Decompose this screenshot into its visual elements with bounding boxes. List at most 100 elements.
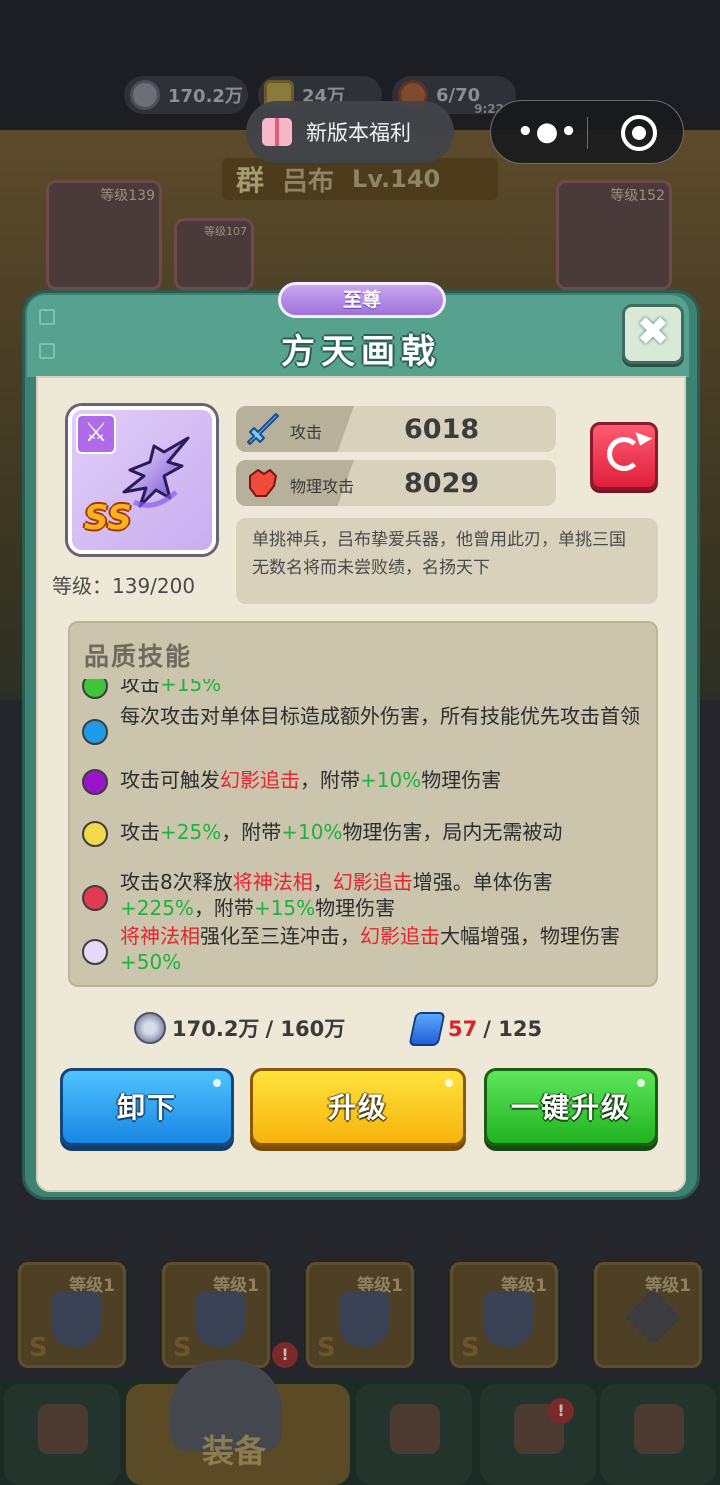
stat-name: 物理攻击 [290, 477, 355, 496]
hero-faction: 群 [236, 164, 265, 197]
silver-cost: 170.2万 / 160万 [134, 1012, 345, 1044]
nav-upgrade[interactable] [600, 1384, 716, 1485]
skill-text-part: 攻击 [120, 679, 160, 696]
one-click-upgrade-button[interactable]: 一键升级 [484, 1068, 658, 1146]
stat-name: 攻击 [290, 423, 323, 442]
close-x-icon: ✖ [636, 309, 670, 355]
skill-text-part: 攻击可触发 [120, 768, 220, 792]
inventory-card[interactable]: 等级1 S [18, 1262, 126, 1368]
inventory-card[interactable]: 等级1 S [162, 1262, 270, 1368]
skill-text: 攻击+15% [120, 679, 640, 697]
skill-quality-dot-icon [82, 719, 108, 745]
gift-icon [262, 118, 292, 146]
stone-have: 57 [448, 1017, 478, 1041]
gloss-highlight [637, 1079, 645, 1087]
nav-battle[interactable] [356, 1384, 472, 1485]
sword-icon [247, 413, 279, 445]
skill-text-part: 大幅增强，物理伤害 [440, 924, 620, 948]
item-icon: ⚔ SS [68, 406, 216, 554]
skills-title: 品质技能 [84, 642, 193, 671]
skill-text-part: 每次攻击对单体目标造成额外伤害，所有技能优先攻击首领 [120, 704, 640, 728]
one-click-upgrade-label: 一键升级 [510, 1091, 631, 1124]
gloss-highlight [213, 1079, 221, 1087]
shop-gate-icon [38, 1404, 88, 1454]
slot-level: 等级152 [610, 188, 665, 204]
skill-text-part: 物理伤害，局内无需被动 [342, 820, 563, 844]
nav-pets[interactable] [480, 1384, 596, 1485]
equip-slot-weapon[interactable]: 等级139 [46, 180, 162, 290]
fist-icon [249, 469, 277, 497]
equip-slot-armor[interactable]: 等级152 [556, 180, 672, 290]
inventory-card[interactable]: 等级1 [594, 1262, 702, 1368]
inventory-card[interactable]: 等级1 S [450, 1262, 558, 1368]
skill-text-part: ，附带 [193, 896, 254, 920]
stat-row-attack: 攻击 6018 [236, 406, 556, 452]
skill-quality-dot-icon [82, 769, 108, 795]
skill-text-part: ，附带 [300, 768, 360, 792]
item-name: 方天画戟 [281, 332, 441, 372]
shuriken-icon [624, 1288, 682, 1346]
skill-bonus-value: +10% [360, 768, 422, 792]
new-version-welfare-label: 新版本福利 [306, 121, 411, 145]
skill-keyword: 幻影追击 [220, 768, 300, 792]
slot-level: 等级107 [204, 225, 247, 238]
card-grade: S [29, 1333, 48, 1363]
stone-cost: 57 / 125 [408, 1012, 543, 1046]
close-button[interactable]: ✖ [622, 304, 684, 364]
card-grade: S [461, 1333, 480, 1363]
silver-resource: 170.2万 [124, 76, 248, 114]
skill-quality-dot-icon [82, 821, 108, 847]
hero-name: 吕布 [282, 166, 335, 197]
stat-value: 8029 [404, 468, 480, 499]
silver-need: / 160万 [265, 1017, 346, 1041]
skill-text: 每次攻击对单体目标造成额外伤害，所有技能优先攻击首领 [120, 703, 640, 729]
target-circle-icon[interactable] [621, 115, 657, 151]
capsule-divider [587, 117, 588, 149]
skill-bonus-value: +25% [160, 820, 222, 844]
notification-badge: ! [272, 1342, 298, 1368]
skill-bonus-value: +15% [253, 896, 316, 920]
crossed-swords-icon [390, 1404, 440, 1454]
upgrade-stone-icon [408, 1012, 446, 1046]
inventory-card[interactable]: 等级1 S [306, 1262, 414, 1368]
quality-skills-panel[interactable]: 品质技能 攻击+15% 每次攻击对单体目标造成额外伤害，所有技能优先攻击首领 攻击可… [68, 621, 658, 987]
skill-quality-dot-icon [82, 885, 108, 911]
stone-need: / 125 [483, 1017, 543, 1041]
silver-have: 170.2万 [172, 1017, 260, 1041]
skill-bonus-value: +10% [281, 820, 343, 844]
skill-text: 攻击+25%，附带+10%物理伤害，局内无需被动 [120, 819, 640, 845]
equipment-detail-dialog: 至尊 方天画戟 ✖ ⚔ SS 等级：139/200 攻击 6018 物理攻击 8… [22, 282, 700, 1200]
equip-slot-secondary[interactable]: 等级107 [174, 218, 254, 290]
armor-icon [483, 1291, 533, 1347]
skill-bonus-value: +50% [120, 950, 182, 974]
slot-level: 等级139 [100, 188, 155, 204]
item-description: 单挑神兵，吕布挚爱兵器，他曾用此刃，单挑三国无数名将而未尝败绩，名扬天下 [236, 518, 658, 604]
skill-keyword: 幻影追击 [360, 924, 440, 948]
card-grade: S [317, 1333, 336, 1363]
silver-coin-icon [130, 80, 160, 110]
miniprogram-menu-capsule: •●• [490, 100, 684, 164]
upgrade-button[interactable]: 升级 [250, 1068, 466, 1146]
notification-badge: ! [548, 1398, 574, 1424]
hero-title-bar: 群 吕布 Lv.140 [222, 158, 498, 200]
helmet-icon [51, 1291, 101, 1347]
item-grade: SS [84, 498, 132, 538]
upgrade-fist-icon [634, 1404, 684, 1454]
skill-keyword: 将神法相 [232, 870, 313, 894]
unequip-button[interactable]: 卸下 [60, 1068, 234, 1146]
skill-text-part: ， [312, 870, 333, 894]
nav-equipment-label: 装备 [202, 1432, 267, 1470]
skill-quality-dot-icon [82, 679, 108, 699]
card-grade: S [173, 1333, 192, 1363]
new-version-welfare-button[interactable]: 新版本福利 [246, 101, 454, 163]
hero-level: Lv.140 [352, 165, 441, 193]
skill-text: 攻击可触发幻影追击，附带+10%物理伤害 [120, 767, 640, 793]
recycle-button[interactable] [590, 422, 658, 490]
unequip-label: 卸下 [116, 1091, 177, 1124]
skill-text-part: 物理伤害 [421, 768, 502, 792]
skill-text-part: 增强。单体伤害 [412, 870, 553, 894]
skills-list[interactable]: 攻击+15% 每次攻击对单体目标造成额外伤害，所有技能优先攻击首领 攻击可触发幻影追… [70, 679, 656, 983]
nav-shop[interactable] [4, 1384, 120, 1485]
more-dots-icon[interactable]: •●• [517, 117, 579, 147]
skill-quality-dot-icon [82, 939, 108, 965]
